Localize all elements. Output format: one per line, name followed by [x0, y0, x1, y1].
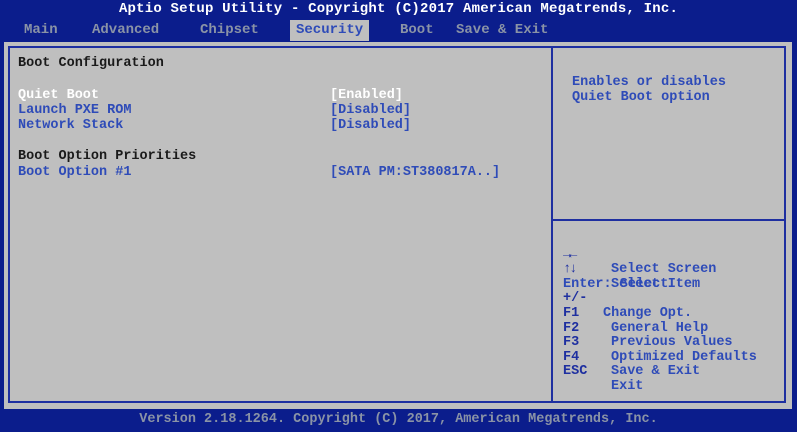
key-row: Enter: Select: [563, 263, 668, 291]
tab-chipset[interactable]: Chipset: [200, 20, 259, 41]
key-row: F1 General Help: [563, 292, 708, 335]
setting-launch-pxe-rom-value[interactable]: [Disabled]: [330, 103, 411, 119]
setting-network-stack-label[interactable]: Network Stack: [18, 118, 123, 134]
tab-bar: Main Advanced Chipset Security Boot Save…: [0, 20, 797, 41]
key-desc: Optimized Defaults: [611, 349, 757, 365]
boot-option-1-value[interactable]: [SATA PM:ST380817A..]: [330, 165, 500, 181]
key-row: ↑↓ Select Item: [563, 249, 700, 292]
tab-save-exit[interactable]: Save & Exit: [456, 20, 548, 41]
key-legend: →← Select Screen ↑↓ Select Item Enter: S…: [563, 234, 757, 394]
tab-security[interactable]: Security: [290, 20, 370, 41]
key-row: +/- Change Opt.: [563, 278, 692, 321]
setting-network-stack-value[interactable]: [Disabled]: [330, 118, 411, 134]
key-row: →← Select Screen: [563, 234, 716, 277]
key-row: F3 Optimized Defaults: [563, 322, 757, 365]
key-desc: Exit: [611, 378, 644, 394]
key-row: F2 Previous Values: [563, 307, 733, 350]
setting-launch-pxe-rom-label[interactable]: Launch PXE ROM: [18, 103, 131, 119]
key-desc: Previous Values: [611, 335, 733, 351]
tab-advanced[interactable]: Advanced: [92, 20, 159, 41]
footer-version: Version 2.18.1264. Copyright (C) 2017, A…: [139, 412, 658, 427]
setting-quiet-boot-value[interactable]: [Enabled]: [330, 88, 403, 104]
vertical-divider: [551, 48, 553, 401]
help-line-2: Quiet Boot option: [572, 90, 710, 105]
panel-frame: Boot Configuration Quiet Boot [Enabled] …: [8, 46, 786, 403]
window-title: Aptio Setup Utility - Copyright (C)2017 …: [118, 1, 679, 17]
key-row: ESC Exit: [563, 351, 643, 394]
help-text: Enables or disables Quiet Boot option: [572, 75, 726, 105]
key-row: F4 Save & Exit: [563, 336, 700, 379]
tab-boot[interactable]: Boot: [400, 20, 434, 41]
section-title: Boot Configuration: [18, 56, 164, 71]
main-panel: Boot Configuration Quiet Boot [Enabled] …: [4, 42, 792, 409]
boot-option-1-label[interactable]: Boot Option #1: [18, 165, 131, 181]
boot-priorities-title: Boot Option Priorities: [18, 149, 197, 164]
help-line-1: Enables or disables: [572, 75, 726, 90]
help-divider: [553, 219, 786, 221]
setting-quiet-boot-label[interactable]: Quiet Boot: [18, 88, 99, 104]
key-label: ESC: [563, 364, 588, 380]
tab-main[interactable]: Main: [24, 20, 58, 41]
